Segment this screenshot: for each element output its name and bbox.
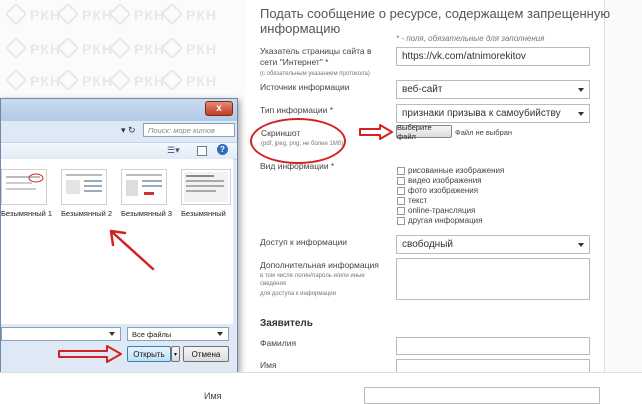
kind-option-label: видео изображения	[408, 176, 482, 185]
page-title: Подать сообщение о ресурсе, содержащем з…	[260, 6, 611, 36]
applicant-heading: Заявитель	[260, 318, 313, 329]
file-thumbnail[interactable]	[1, 169, 47, 205]
checkbox[interactable]	[397, 186, 405, 195]
watermark: РКН	[60, 6, 113, 23]
chevron-down-icon	[578, 87, 584, 92]
right-scroll-region	[604, 0, 642, 372]
name-label-bottom: Имя	[204, 391, 222, 401]
extra-textarea[interactable]	[396, 258, 590, 300]
name-input[interactable]	[396, 359, 590, 373]
file-thumbnail[interactable]	[121, 169, 167, 205]
chevron-down-icon	[109, 332, 115, 336]
help-icon[interactable]: ?	[217, 144, 228, 155]
extra-sublabel: для доступа к информации	[260, 291, 336, 297]
preview-pane-icon[interactable]	[197, 146, 207, 156]
source-select[interactable]: веб-сайт	[396, 80, 590, 99]
cancel-button[interactable]: Отмена	[183, 346, 229, 362]
chevron-down-icon	[217, 332, 223, 336]
kind-label: Вид информации *	[260, 161, 335, 171]
type-select[interactable]: признаки призыва к самоубийству	[396, 104, 590, 123]
source-value: веб-сайт	[402, 84, 443, 95]
kind-option[interactable]: фото изображения	[397, 186, 478, 195]
watermark: РКН	[60, 72, 113, 89]
file-type-select[interactable]: Все файлы	[127, 327, 229, 341]
access-value: свободный	[402, 239, 453, 250]
kind-option[interactable]: текст	[397, 196, 427, 205]
file-list: Безымянный 1 Безымянный 2 Безымянный 3 Б…	[1, 159, 233, 324]
type-value: признаки призыва к самоубийству	[402, 108, 561, 119]
surname-input[interactable]	[396, 337, 590, 355]
url-label: Указатель страницы сайта в сети "Интерне…	[260, 46, 372, 67]
refresh-icon[interactable]: ▾ ↻	[121, 125, 136, 136]
bottom-page-region: Имя	[0, 372, 642, 404]
open-dropdown-button[interactable]: ▾	[171, 346, 180, 362]
access-label: Доступ к информации	[260, 237, 347, 247]
watermark: РКН	[112, 40, 165, 57]
file-name: Безымянный 2	[61, 209, 113, 218]
required-note: * - поля, обязательные для заполнения	[396, 34, 545, 43]
file-status: Файл не выбран	[455, 128, 513, 137]
watermark: РКН	[8, 72, 61, 89]
kind-option[interactable]: рисованные изображения	[397, 166, 504, 175]
file-type-value: Все файлы	[132, 329, 172, 339]
file-name: Безымянный	[181, 209, 226, 218]
open-button[interactable]: Открыть	[127, 346, 171, 362]
kind-option[interactable]: другая информация	[397, 216, 482, 225]
watermark: РКН	[112, 72, 165, 89]
kind-option-label: фото изображения	[408, 186, 479, 195]
checkbox[interactable]	[397, 166, 405, 175]
kind-option-label: online-трансляция	[408, 206, 476, 215]
watermark: РКН	[60, 40, 113, 57]
surname-label: Фамилия	[260, 338, 297, 348]
kind-option[interactable]: видео изображения	[397, 176, 482, 185]
chevron-down-icon	[578, 242, 584, 247]
choose-file-button[interactable]: Выберите файл	[396, 123, 452, 141]
annotation-arrow-right-icon	[58, 345, 122, 363]
file-name: Безымянный 1	[1, 209, 53, 218]
dialog-titlebar: x	[1, 99, 237, 121]
file-thumbnail[interactable]	[61, 169, 107, 205]
dialog-toolbar: ☰▾ ?	[1, 142, 237, 160]
watermark: РКН	[164, 72, 217, 89]
kind-option-label: рисованные изображения	[408, 166, 505, 175]
name-input-bottom[interactable]	[364, 387, 600, 404]
watermark: РКН	[112, 6, 165, 23]
watermark: РКН	[8, 6, 61, 23]
file-thumbnail[interactable]	[181, 169, 231, 205]
url-sublabel: (с обязательным указанием протокола)	[260, 71, 370, 77]
type-label: Тип информации *	[260, 105, 334, 115]
url-input[interactable]: https://vk.com/atnimorekitov	[396, 47, 590, 66]
checkbox[interactable]	[397, 216, 405, 225]
kind-option-label: текст	[408, 196, 428, 205]
file-name: Безымянный 3	[121, 209, 173, 218]
watermark: РКН	[164, 6, 217, 23]
filename-input[interactable]	[1, 327, 121, 341]
extra-sublabel: в том числе логин/пароль и/или иные свед…	[260, 273, 365, 287]
url-value: https://vk.com/atnimorekitov	[402, 51, 526, 62]
access-select[interactable]: свободный	[396, 235, 590, 254]
annotation-ellipse	[250, 118, 346, 164]
close-icon[interactable]: x	[205, 101, 233, 116]
checkbox[interactable]	[397, 196, 405, 205]
file-open-dialog: x ▾ ↻ Поиск: море китов ☰▾ ? Безымянный …	[0, 98, 238, 373]
name-label: Имя	[260, 360, 277, 370]
checkbox[interactable]	[397, 206, 405, 215]
kind-option[interactable]: online-трансляция	[397, 206, 475, 215]
source-label: Источник информации	[260, 82, 350, 92]
watermark: РКН	[164, 40, 217, 57]
annotation-arrow-right-icon	[359, 124, 393, 140]
checkbox[interactable]	[397, 176, 405, 185]
chevron-down-icon	[578, 111, 584, 116]
watermark: РКН	[8, 40, 61, 57]
extra-label: Дополнительная информация	[260, 260, 379, 270]
kind-option-label: другая информация	[408, 216, 483, 225]
annotation-arrow-icon	[109, 229, 155, 271]
view-options-icon[interactable]: ☰▾	[167, 145, 180, 156]
search-input[interactable]: Поиск: море китов	[143, 123, 235, 137]
